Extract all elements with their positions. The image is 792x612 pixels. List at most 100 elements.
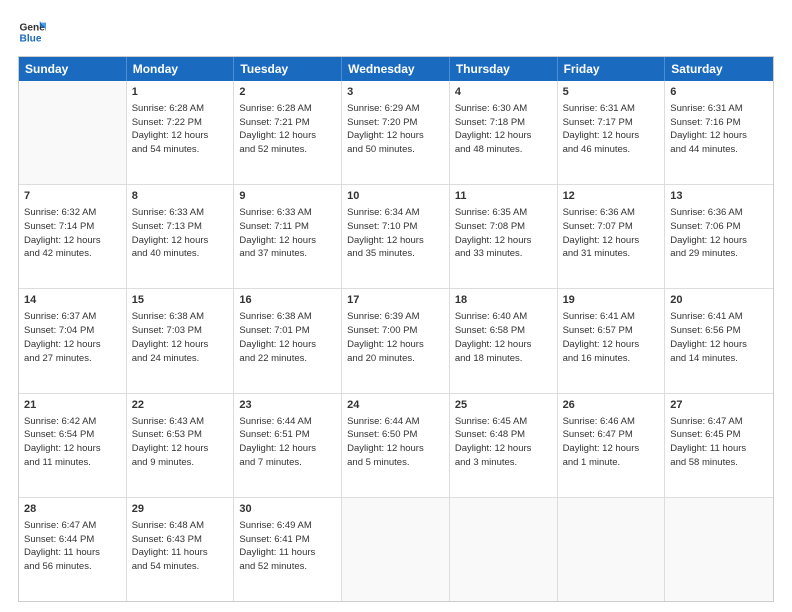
calendar-day-5: 5Sunrise: 6:31 AMSunset: 7:17 PMDaylight… [558,81,666,184]
day-info-line: Sunrise: 6:31 AM [670,102,768,116]
day-info-line: Sunrise: 6:29 AM [347,102,444,116]
day-number: 9 [239,189,336,205]
day-number: 20 [670,293,768,309]
day-info-line: and 46 minutes. [563,143,660,157]
calendar-empty-cell [19,81,127,184]
day-info-line: Sunset: 6:57 PM [563,324,660,338]
day-number: 10 [347,189,444,205]
day-number: 27 [670,398,768,414]
day-info-line: Sunset: 7:10 PM [347,220,444,234]
day-number: 18 [455,293,552,309]
calendar-day-4: 4Sunrise: 6:30 AMSunset: 7:18 PMDaylight… [450,81,558,184]
calendar-day-28: 28Sunrise: 6:47 AMSunset: 6:44 PMDayligh… [19,498,127,601]
calendar-week-3: 14Sunrise: 6:37 AMSunset: 7:04 PMDayligh… [19,289,773,393]
day-info-line: Daylight: 12 hours [347,338,444,352]
day-info-line: Sunrise: 6:46 AM [563,415,660,429]
calendar-week-4: 21Sunrise: 6:42 AMSunset: 6:54 PMDayligh… [19,394,773,498]
day-number: 24 [347,398,444,414]
day-number: 23 [239,398,336,414]
calendar-week-2: 7Sunrise: 6:32 AMSunset: 7:14 PMDaylight… [19,185,773,289]
day-info-line: Sunset: 7:01 PM [239,324,336,338]
calendar-day-17: 17Sunrise: 6:39 AMSunset: 7:00 PMDayligh… [342,289,450,392]
day-info-line: Daylight: 12 hours [455,442,552,456]
day-info-line: and 24 minutes. [132,352,229,366]
day-info-line: and 22 minutes. [239,352,336,366]
day-info-line: and 27 minutes. [24,352,121,366]
day-info-line: Daylight: 12 hours [347,442,444,456]
calendar-day-23: 23Sunrise: 6:44 AMSunset: 6:51 PMDayligh… [234,394,342,497]
day-info-line: Sunset: 7:00 PM [347,324,444,338]
day-info-line: Sunset: 7:08 PM [455,220,552,234]
day-info-line: and 1 minute. [563,456,660,470]
day-number: 22 [132,398,229,414]
day-info-line: Sunset: 6:45 PM [670,428,768,442]
day-number: 3 [347,85,444,101]
day-info-line: and 18 minutes. [455,352,552,366]
day-info-line: Sunset: 6:50 PM [347,428,444,442]
header-cell-sunday: Sunday [19,57,127,81]
page-header: General Blue [18,18,774,46]
day-info-line: Sunrise: 6:44 AM [347,415,444,429]
day-number: 15 [132,293,229,309]
day-info-line: Sunrise: 6:44 AM [239,415,336,429]
day-info-line: and 14 minutes. [670,352,768,366]
day-info-line: and 35 minutes. [347,247,444,261]
day-info-line: and 29 minutes. [670,247,768,261]
logo: General Blue [18,18,46,46]
day-info-line: Sunrise: 6:40 AM [455,310,552,324]
day-info-line: Sunset: 7:03 PM [132,324,229,338]
day-info-line: Sunrise: 6:33 AM [132,206,229,220]
day-info-line: and 37 minutes. [239,247,336,261]
calendar-day-29: 29Sunrise: 6:48 AMSunset: 6:43 PMDayligh… [127,498,235,601]
day-info-line: Sunrise: 6:42 AM [24,415,121,429]
day-info-line: and 44 minutes. [670,143,768,157]
day-info-line: Sunrise: 6:47 AM [24,519,121,533]
day-number: 21 [24,398,121,414]
day-number: 13 [670,189,768,205]
calendar-body: 1Sunrise: 6:28 AMSunset: 7:22 PMDaylight… [19,81,773,601]
day-number: 8 [132,189,229,205]
day-info-line: Daylight: 12 hours [239,338,336,352]
calendar-day-14: 14Sunrise: 6:37 AMSunset: 7:04 PMDayligh… [19,289,127,392]
day-info-line: Sunset: 7:18 PM [455,116,552,130]
day-info-line: Sunset: 7:21 PM [239,116,336,130]
day-info-line: and 42 minutes. [24,247,121,261]
day-info-line: Daylight: 12 hours [132,234,229,248]
calendar-day-19: 19Sunrise: 6:41 AMSunset: 6:57 PMDayligh… [558,289,666,392]
day-info-line: and 33 minutes. [455,247,552,261]
day-info-line: and 5 minutes. [347,456,444,470]
day-number: 12 [563,189,660,205]
day-info-line: Sunrise: 6:38 AM [132,310,229,324]
calendar-day-25: 25Sunrise: 6:45 AMSunset: 6:48 PMDayligh… [450,394,558,497]
day-info-line: Daylight: 12 hours [132,338,229,352]
day-info-line: and 54 minutes. [132,560,229,574]
day-info-line: Daylight: 11 hours [24,546,121,560]
day-info-line: Sunset: 6:58 PM [455,324,552,338]
day-info-line: Sunrise: 6:43 AM [132,415,229,429]
calendar-day-6: 6Sunrise: 6:31 AMSunset: 7:16 PMDaylight… [665,81,773,184]
day-info-line: Sunset: 6:56 PM [670,324,768,338]
day-info-line: and 31 minutes. [563,247,660,261]
day-info-line: and 52 minutes. [239,560,336,574]
day-info-line: Daylight: 12 hours [24,234,121,248]
day-info-line: Daylight: 11 hours [239,546,336,560]
day-number: 28 [24,502,121,518]
day-info-line: Sunset: 7:04 PM [24,324,121,338]
day-info-line: Sunrise: 6:48 AM [132,519,229,533]
header-cell-saturday: Saturday [665,57,773,81]
day-info-line: Sunset: 6:53 PM [132,428,229,442]
day-info-line: Sunrise: 6:38 AM [239,310,336,324]
day-info-line: Sunset: 6:51 PM [239,428,336,442]
day-info-line: and 58 minutes. [670,456,768,470]
day-info-line: and 16 minutes. [563,352,660,366]
calendar-day-8: 8Sunrise: 6:33 AMSunset: 7:13 PMDaylight… [127,185,235,288]
calendar-day-2: 2Sunrise: 6:28 AMSunset: 7:21 PMDaylight… [234,81,342,184]
day-info-line: Daylight: 12 hours [670,129,768,143]
day-info-line: Sunrise: 6:41 AM [670,310,768,324]
calendar-day-9: 9Sunrise: 6:33 AMSunset: 7:11 PMDaylight… [234,185,342,288]
calendar-day-13: 13Sunrise: 6:36 AMSunset: 7:06 PMDayligh… [665,185,773,288]
calendar-day-7: 7Sunrise: 6:32 AMSunset: 7:14 PMDaylight… [19,185,127,288]
day-info-line: and 40 minutes. [132,247,229,261]
day-info-line: Sunset: 7:14 PM [24,220,121,234]
day-info-line: and 9 minutes. [132,456,229,470]
